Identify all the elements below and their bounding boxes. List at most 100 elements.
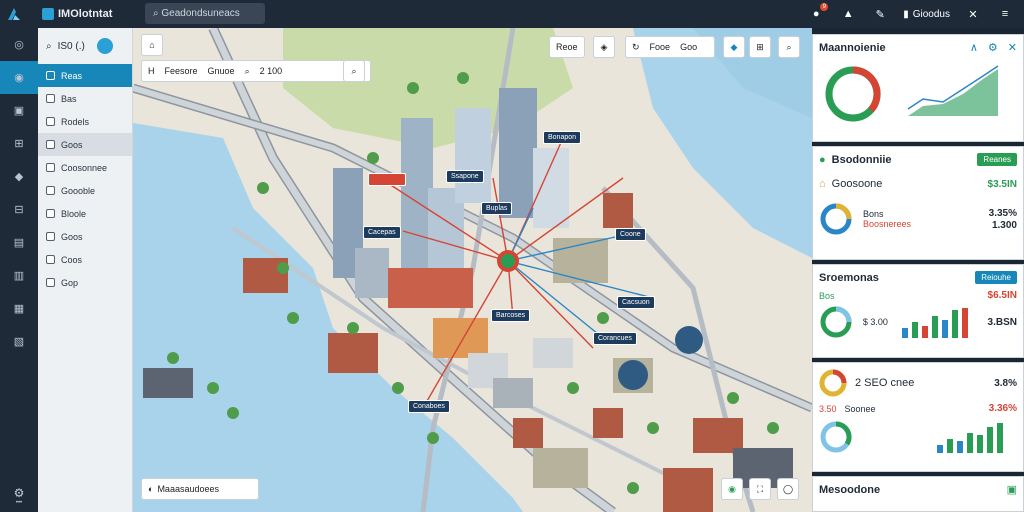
- panel-title: Maannoienie: [819, 41, 886, 54]
- sidebar-item[interactable]: Reas: [38, 64, 132, 87]
- map-pin-label[interactable]: Caniteso: [368, 173, 406, 186]
- bar-chart: [937, 423, 1003, 453]
- checkbox[interactable]: [46, 163, 55, 172]
- sidebar-item[interactable]: Bas: [38, 87, 132, 110]
- user-menu[interactable]: ▮ Gioodus: [903, 9, 950, 20]
- tools-icon[interactable]: ✎: [871, 5, 889, 23]
- checkbox[interactable]: [46, 232, 55, 241]
- map-zoom-button[interactable]: ◯: [777, 478, 799, 500]
- global-search-input[interactable]: ⌕ Geadondsuneacs: [145, 3, 265, 24]
- top-bar: IMOlotntat ⌕ Geadondsuneacs ● 9 ▲ ✎ ▮ Gioo…: [0, 0, 1024, 28]
- app-logo-icon[interactable]: [0, 0, 28, 28]
- map-search-button[interactable]: ⌕: [343, 60, 365, 82]
- sidebar-item[interactable]: Bloole: [38, 202, 132, 225]
- bar-chart: [901, 308, 968, 338]
- rail-layers-icon[interactable]: ▦: [0, 292, 38, 325]
- rail-tag-icon[interactable]: ◆: [0, 160, 38, 193]
- map-locate-button[interactable]: ◉: [721, 478, 743, 500]
- pie-chart: [819, 369, 847, 397]
- map-tool-search-icon[interactable]: ⌕: [245, 66, 250, 77]
- map-pin-label[interactable]: Cacepas: [363, 226, 401, 239]
- layer-sidebar: ⌕ IS0 (.) Reas Bas Rodels Goos Coosonnee…: [38, 28, 133, 512]
- checkbox[interactable]: [46, 186, 55, 195]
- map-tool-scale[interactable]: 2 100: [260, 66, 283, 76]
- menu-icon[interactable]: ≡: [996, 5, 1014, 23]
- search-icon[interactable]: ⌕: [46, 41, 52, 52]
- rail-grid-icon[interactable]: ⊞: [0, 127, 38, 160]
- sidebar-header: ⌕ IS0 (.): [38, 28, 132, 64]
- notification-count-badge: 9: [820, 3, 829, 11]
- sidebar-item[interactable]: Goos: [38, 225, 132, 248]
- grid-icon: ⊞: [756, 41, 764, 52]
- sidebar-item[interactable]: Gop: [38, 271, 132, 294]
- collapse-icon[interactable]: ∧: [970, 41, 978, 54]
- notifications-icon[interactable]: ● 9: [807, 3, 829, 23]
- map-pin-button[interactable]: ◈: [593, 36, 615, 58]
- sidebar-item[interactable]: Rodels: [38, 110, 132, 133]
- summary-pill[interactable]: Reiouhe: [975, 271, 1017, 284]
- checkbox[interactable]: [46, 140, 55, 149]
- compass-icon: ◐: [148, 484, 154, 494]
- map-tool-features[interactable]: Feesore: [165, 66, 198, 76]
- map-tool-h[interactable]: H: [148, 66, 155, 76]
- map-legend[interactable]: ◐ Maaasaudoees: [141, 478, 259, 500]
- secondary-panel: Mesoodone ▣: [812, 476, 1024, 512]
- map-tool-group[interactable]: Gnuoe: [208, 66, 235, 76]
- overview-charts: [825, 65, 999, 122]
- map-pin-label[interactable]: Ssapone: [446, 170, 484, 183]
- map-fullscreen-button[interactable]: ⛶: [749, 478, 771, 500]
- status-icon[interactable]: ▣: [1007, 483, 1017, 496]
- search-icon: ⌕: [786, 41, 792, 52]
- map-pin-label[interactable]: Buplas: [481, 202, 513, 215]
- sidebar-item[interactable]: Coos: [38, 248, 132, 271]
- map-pin-label[interactable]: Barcoses: [491, 309, 531, 322]
- status-pill[interactable]: Reanes: [977, 153, 1017, 166]
- map-pin-label[interactable]: Coone: [615, 228, 646, 241]
- map-zoom-search-button[interactable]: ⌕: [778, 36, 800, 58]
- map-canvas[interactable]: [133, 28, 812, 512]
- map-home-button[interactable]: ⌂: [141, 34, 163, 56]
- settings-icon[interactable]: ⚙: [988, 41, 998, 54]
- search-icon: ⌕: [153, 8, 162, 19]
- close-icon[interactable]: ✕: [964, 5, 982, 23]
- rail-settings-icon[interactable]: ⚙ •••: [0, 486, 38, 506]
- rail-stack-icon[interactable]: ▧: [0, 325, 38, 358]
- sidebar-item[interactable]: Goooble: [38, 179, 132, 202]
- checkbox[interactable]: [46, 94, 55, 103]
- rail-lock-icon[interactable]: ⊟: [0, 193, 38, 226]
- checkbox[interactable]: [46, 117, 55, 126]
- sidebar-item[interactable]: Goos: [38, 133, 132, 156]
- refresh-icon[interactable]: ↻: [632, 42, 640, 53]
- rail-building-icon[interactable]: ▤: [0, 226, 38, 259]
- fullscreen-icon: ⛶: [756, 483, 764, 494]
- map-filter-button[interactable]: Fooe: [650, 42, 671, 52]
- alerts-icon[interactable]: ▲: [839, 5, 857, 23]
- map-grid-button[interactable]: ⊞: [749, 36, 771, 58]
- summary-panel: Sroemonas Reiouhe Bos $6.5IN $ 3.00 3.BS…: [812, 264, 1024, 358]
- map-reset-button[interactable]: Reoe: [549, 36, 585, 58]
- app-title: IMOlotntat: [42, 8, 112, 21]
- rail-dashboard-icon[interactable]: ◎: [0, 28, 38, 61]
- checkbox[interactable]: [46, 278, 55, 287]
- rail-box-icon[interactable]: ▣: [0, 94, 38, 127]
- rail-map-icon[interactable]: ◉: [0, 61, 38, 94]
- zoom-icon: ◯: [782, 483, 794, 494]
- close-icon[interactable]: ✕: [1008, 41, 1017, 54]
- search-icon: ⌕: [351, 65, 357, 76]
- city-map[interactable]: ⌂ H Feesore Gnuoe ⌕ 2 100 ⌕ Reoe ◈ ↻ Foo…: [133, 28, 812, 512]
- overview-panel: Maannoienie ∧ ⚙ ✕: [812, 34, 1024, 142]
- map-layer-button[interactable]: Goo: [680, 42, 697, 52]
- sidebar-item[interactable]: Coosonnee: [38, 156, 132, 179]
- map-pin-label[interactable]: Corancues: [593, 332, 637, 345]
- donut-chart: [820, 306, 852, 338]
- checkbox[interactable]: [46, 209, 55, 218]
- donut-chart: [820, 421, 852, 453]
- panel-actions: ∧ ⚙ ✕: [970, 41, 1017, 54]
- rail-document-icon[interactable]: ▥: [0, 259, 38, 292]
- checkbox[interactable]: [46, 71, 55, 80]
- map-pin-label[interactable]: Conaboes: [408, 400, 450, 413]
- map-style-button[interactable]: ◆: [723, 36, 745, 58]
- map-pin-label[interactable]: Cacsuon: [617, 296, 655, 309]
- map-pin-label[interactable]: Bonapon: [543, 131, 582, 144]
- checkbox[interactable]: [46, 255, 55, 264]
